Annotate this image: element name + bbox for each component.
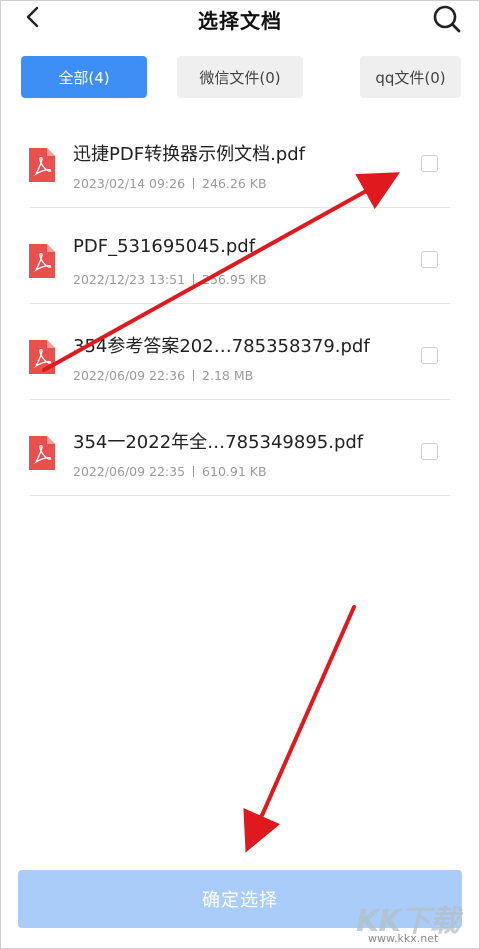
file-date: 2022/12/23 13:51 — [73, 272, 186, 287]
file-meta: 2022/06/09 22:35 610.91 KB — [73, 464, 267, 479]
file-size: 2.18 MB — [202, 368, 254, 383]
arrow-to-confirm — [243, 605, 356, 853]
meta-divider — [193, 466, 195, 477]
file-size: 610.91 KB — [202, 464, 267, 479]
file-date: 2022/06/09 22:35 — [73, 464, 186, 479]
file-checkbox[interactable] — [421, 347, 438, 364]
search-icon[interactable] — [432, 4, 462, 34]
pdf-file-icon — [27, 434, 57, 472]
meta-divider — [193, 274, 195, 285]
file-date: 2022/06/09 22:36 — [73, 368, 186, 383]
file-name: PDF_531695045.pdf — [73, 236, 256, 257]
file-meta: 2022/06/09 22:36 2.18 MB — [73, 368, 253, 383]
file-name: 354参考答案202…785358379.pdf — [73, 336, 370, 357]
file-row[interactable]: PDF_531695045.pdf 2022/12/23 13:51 256.95… — [0, 208, 480, 304]
file-meta: 2022/12/23 13:51 256.95 KB — [73, 272, 267, 287]
pdf-file-icon — [27, 146, 57, 184]
tab-all[interactable]: 全部(4) — [21, 56, 147, 98]
meta-divider — [193, 370, 195, 381]
pdf-file-icon — [27, 242, 57, 280]
file-name: 迅捷PDF转换器示例文档.pdf — [73, 144, 305, 165]
meta-divider — [193, 178, 195, 189]
file-checkbox[interactable] — [421, 155, 438, 172]
file-checkbox[interactable] — [421, 443, 438, 460]
file-row[interactable]: 354参考答案202…785358379.pdf 2022/06/09 22:3… — [0, 304, 480, 400]
tab-wechat-files[interactable]: 微信文件(0) — [177, 56, 303, 98]
file-checkbox[interactable] — [421, 251, 438, 268]
file-row[interactable]: 354一2022年全…785349895.pdf 2022/06/09 22:3… — [0, 400, 480, 496]
tab-qq-files[interactable]: qq文件(0) — [360, 56, 461, 98]
watermark: KK下载 www.kkx.net — [356, 896, 466, 946]
file-date: 2023/02/14 09:26 — [73, 176, 186, 191]
page-title: 选择文档 — [198, 9, 282, 33]
pdf-file-icon — [27, 338, 57, 376]
file-size: 256.95 KB — [202, 272, 267, 287]
source-tabs: 全部(4) 微信文件(0) qq文件(0) — [21, 56, 461, 98]
file-name: 354一2022年全…785349895.pdf — [73, 432, 364, 453]
watermark-url: www.kkx.net — [368, 932, 439, 945]
header: 选择文档 — [0, 0, 480, 40]
file-size: 246.26 KB — [202, 176, 267, 191]
file-meta: 2023/02/14 09:26 246.26 KB — [73, 176, 267, 191]
row-divider — [30, 495, 450, 496]
file-list: 迅捷PDF转换器示例文档.pdf 2023/02/14 09:26 246.26 … — [0, 112, 480, 496]
file-row[interactable]: 迅捷PDF转换器示例文档.pdf 2023/02/14 09:26 246.26 … — [0, 112, 480, 208]
